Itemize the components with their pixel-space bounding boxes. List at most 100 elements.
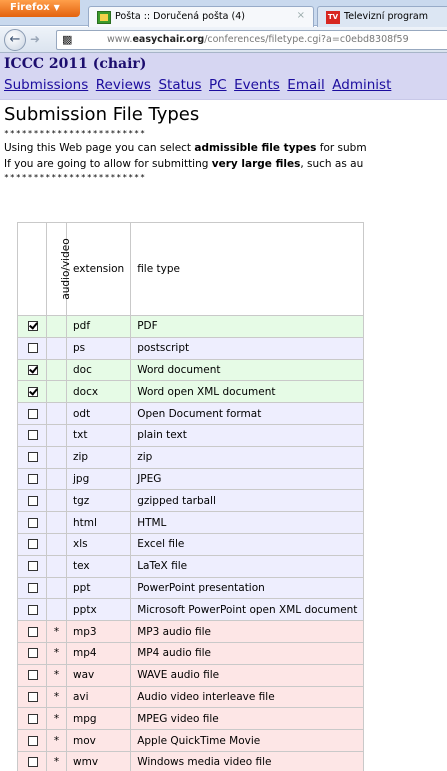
file-type-checkbox[interactable] [28,430,38,441]
file-type-checkbox[interactable] [28,343,38,354]
table-row: pdf PDF [17,315,365,338]
file-type-checkbox[interactable] [28,517,38,528]
menu-email[interactable]: Email [287,77,324,93]
file-type-checkbox[interactable] [28,713,38,724]
chevron-down-icon: ▼ [53,3,60,12]
menu-reviews[interactable]: Reviews [96,77,151,93]
select-cell [17,620,47,643]
extension-cell: zip [65,445,132,469]
table-row: tex LaTeX file [17,554,365,578]
menu-events[interactable]: Events [234,77,280,93]
audio-video-cell [46,402,67,425]
extension-cell: wav [65,663,132,687]
back-arrow-icon: ← [9,32,21,47]
file-type-checkbox[interactable] [28,604,38,615]
table-row: txt plain text [17,423,365,447]
extension-cell: wmv [65,750,132,771]
table-row: jpg JPEG [17,467,365,491]
forward-arrow-icon: ➜ [30,32,41,46]
navigation-bar: ← ➜ ▩ www.easychair.org/conferences/file… [0,27,447,53]
audio-video-cell [46,380,67,404]
file-type-checkbox[interactable] [28,452,38,463]
extension-cell: mpg [65,707,132,731]
extension-cell: tgz [65,489,132,513]
file-type-checkbox[interactable] [28,691,38,702]
file-type-cell: Apple QuickTime Movie [130,729,365,752]
mail-icon [97,11,111,24]
site-identity-icon[interactable]: ▩ [62,34,76,46]
select-cell [17,685,47,709]
audio-video-cell [46,336,67,360]
extension-cell: jpg [65,467,132,491]
extension-cell: ps [65,336,132,360]
menu-administration[interactable]: Administ [332,77,391,93]
file-type-checkbox[interactable] [28,408,38,419]
extension-cell: tex [65,554,132,578]
file-type-checkbox[interactable] [28,757,38,768]
file-type-cell: Windows media video file [130,750,365,771]
file-type-checkbox[interactable] [28,626,38,637]
audio-video-cell [46,598,67,622]
file-type-cell: PowerPoint presentation [130,576,365,600]
file-type-cell: MPEG video file [130,707,365,731]
file-type-cell: Word open XML document [130,380,365,404]
browser-tab-bar: Firefox ▼ Pošta :: Doručená pošta (4) × T… [0,0,447,27]
menu-pc[interactable]: PC [209,77,227,93]
table-row: * wmv Windows media video file [17,750,365,771]
table-row: tgz gzipped tarball [17,489,365,513]
audio-video-cell: * [46,685,67,709]
select-cell [17,358,47,382]
select-cell [17,641,47,665]
table-row: * mpg MPEG video file [17,707,365,731]
header-file-type: file type [130,222,365,316]
page-title: Submission File Types [4,104,200,125]
file-type-checkbox[interactable] [28,670,38,681]
close-icon[interactable]: × [297,10,305,21]
file-type-checkbox[interactable] [28,582,38,593]
file-type-cell: Audio video interleave file [130,685,365,709]
table-row: zip zip [17,445,365,469]
table-row: ppt PowerPoint presentation [17,576,365,600]
tab-tv-program[interactable]: TV Televizní program [317,6,447,27]
file-type-checkbox[interactable] [28,364,38,375]
file-type-checkbox[interactable] [28,495,38,506]
firefox-menu-button[interactable]: Firefox ▼ [0,0,80,17]
tab-posta[interactable]: Pošta :: Doručená pošta (4) × [88,6,314,27]
select-cell [17,489,47,513]
audio-video-cell: * [46,620,67,643]
extension-cell: txt [65,423,132,447]
file-type-cell: PDF [130,315,365,338]
back-button[interactable]: ← [4,29,26,51]
file-type-cell: Excel file [130,532,365,556]
file-type-checkbox[interactable] [28,473,38,484]
extension-cell: ppt [65,576,132,600]
file-type-cell: WAVE audio file [130,663,365,687]
select-cell [17,707,47,731]
tab-label: Pošta :: Doručená pošta (4) [115,11,245,22]
audio-video-cell [46,358,67,382]
table-row: * avi Audio video interleave file [17,685,365,709]
file-type-checkbox[interactable] [28,321,38,332]
url-domain: easychair.org [132,34,205,45]
table-row: * mp3 MP3 audio file [17,620,365,643]
tv-icon: TV [326,11,340,24]
menu-status[interactable]: Status [158,77,201,93]
audio-video-cell: * [46,750,67,771]
file-type-checkbox[interactable] [28,648,38,659]
file-type-checkbox[interactable] [28,735,38,746]
select-cell [17,576,47,600]
file-type-checkbox[interactable] [28,386,38,397]
file-type-checkbox[interactable] [28,539,38,550]
select-cell [17,663,47,687]
table-row: * wav WAVE audio file [17,663,365,687]
file-type-checkbox[interactable] [28,561,38,572]
firefox-menu-label: Firefox [10,2,50,13]
select-cell [17,402,47,425]
menu-submissions[interactable]: Submissions [4,77,88,93]
forward-button[interactable]: ➜ [30,32,40,46]
header-audio-video: audio/video [46,222,72,316]
select-cell [17,511,47,534]
address-bar[interactable]: ▩ www.easychair.org/conferences/filetype… [56,30,447,50]
tab-label: Televizní program [344,11,428,22]
audio-video-cell [46,576,67,600]
